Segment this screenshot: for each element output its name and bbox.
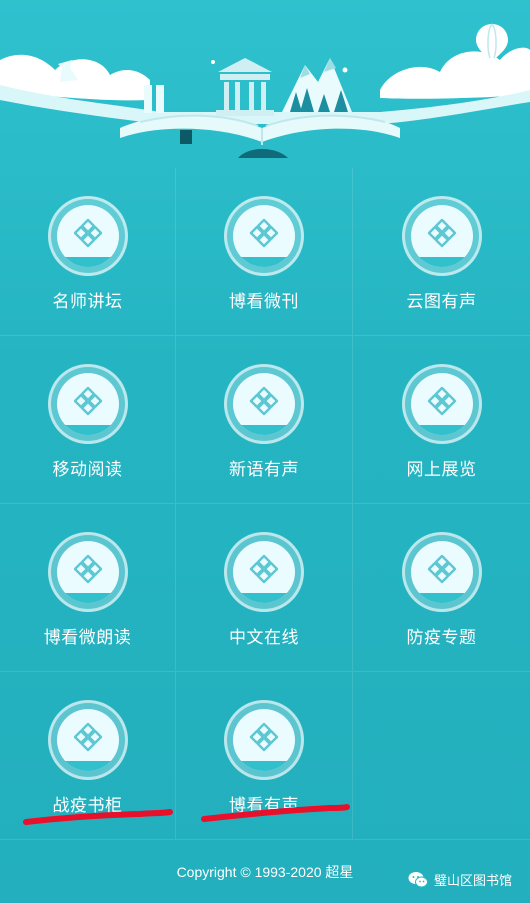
grid-item-label: 移动阅读 (52, 460, 123, 480)
diamond-grid-icon (47, 196, 128, 276)
diamond-grid-icon (47, 364, 128, 444)
diamond-grid-icon (224, 700, 304, 780)
grid-item-bokan-weilangdu[interactable]: 博看微朗读 (0, 504, 176, 672)
grid-item-zhanyi-shugui[interactable]: 战疫书柜 (0, 672, 176, 840)
grid-item-fangyi-zhuanti[interactable]: 防疫专题 (353, 504, 530, 672)
grid-item-label: 防疫专题 (406, 628, 477, 648)
grid-item-label: 名师讲坛 (52, 292, 123, 312)
diamond-grid-icon (224, 532, 304, 612)
grid-item-zhongwen-zaixian[interactable]: 中文在线 (176, 504, 353, 672)
grid-item-label: 博看微刊 (229, 292, 299, 312)
grid-item-label: 网上展览 (406, 460, 477, 480)
grid-item-label: 战疫书柜 (52, 796, 123, 816)
watermark-text: 璧山区图书馆 (433, 874, 512, 889)
diamond-grid-icon (401, 196, 482, 276)
grid-item-bokan-weikan[interactable]: 博看微刊 (176, 168, 353, 336)
footer: Copyright © 1993-2020 超星 璧山区图书馆 (0, 840, 530, 903)
app-page: 名师讲坛 博看微刊 云图有声 移动阅读 新语有声 网上展览 博看微朗读 中文在线… (0, 0, 530, 903)
grid-item-wangshang-zhanlan[interactable]: 网上展览 (353, 336, 530, 504)
grid-item-mingshi-jiangtan[interactable]: 名师讲坛 (0, 168, 176, 336)
diamond-grid-icon (401, 364, 482, 444)
diamond-grid-icon (47, 532, 128, 612)
grid-item-label: 博看有声 (229, 796, 299, 816)
grid-empty-cell (353, 672, 530, 840)
grid-item-label: 中文在线 (229, 628, 299, 648)
account-watermark: 璧山区图书馆 (408, 870, 512, 889)
grid-item-yidong-yuedu[interactable]: 移动阅读 (0, 336, 176, 504)
hot-air-balloon-icon (476, 23, 508, 66)
grid-item-label: 新语有声 (229, 460, 299, 480)
feature-grid: 名师讲坛 博看微刊 云图有声 移动阅读 新语有声 网上展览 博看微朗读 中文在线… (0, 168, 530, 840)
grid-item-xinyu-yousheng[interactable]: 新语有声 (176, 336, 353, 504)
diamond-grid-icon (47, 700, 128, 780)
cloud-library-illustration (0, 47, 530, 158)
wechat-icon (408, 871, 428, 887)
grid-item-label: 云图有声 (406, 292, 477, 312)
hero-banner (0, 0, 530, 168)
diamond-grid-icon (401, 532, 482, 612)
grid-item-bokan-yousheng[interactable]: 博看有声 (176, 672, 353, 840)
diamond-grid-icon (224, 364, 304, 444)
grid-item-yuntu-yousheng[interactable]: 云图有声 (353, 168, 530, 336)
diamond-grid-icon (224, 196, 304, 276)
grid-item-label: 博看微朗读 (43, 628, 132, 648)
